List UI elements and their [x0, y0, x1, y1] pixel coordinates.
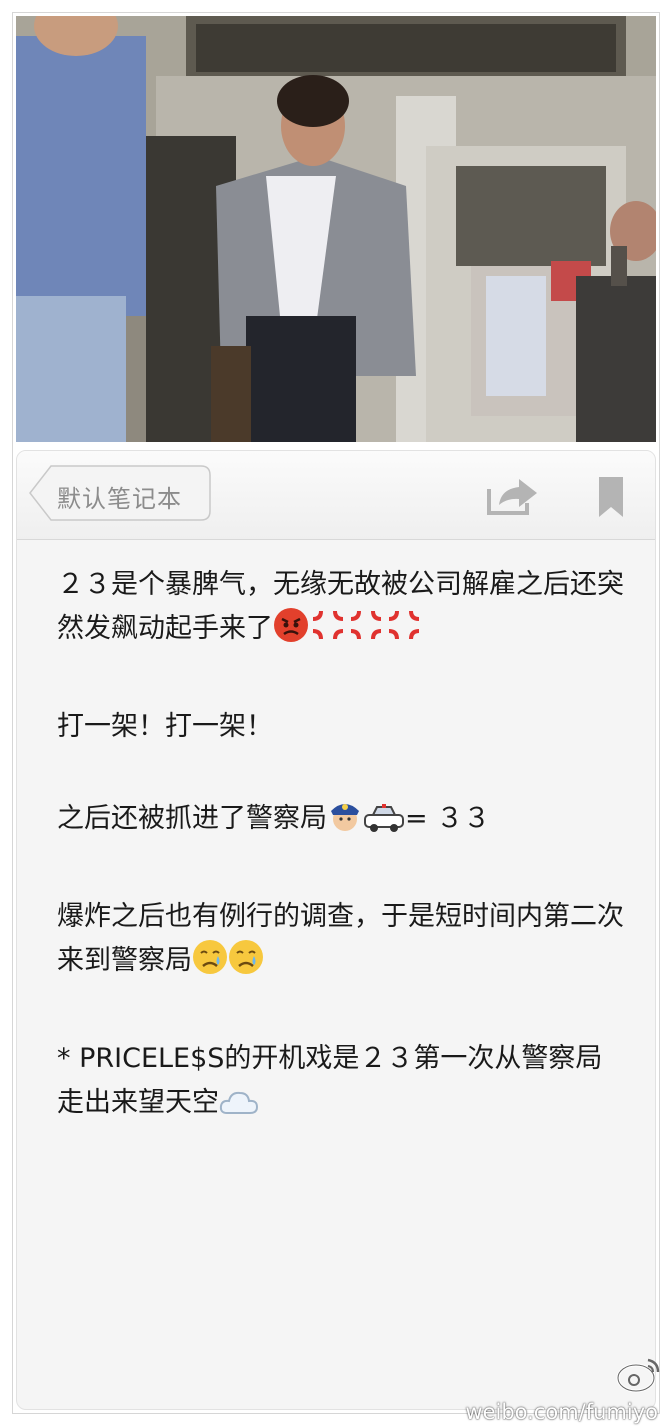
header-photo	[16, 16, 656, 442]
anger-symbol-icon	[385, 607, 423, 657]
weibo-logo-icon	[614, 1354, 662, 1398]
paragraph-3-suffix: = ３３	[405, 803, 491, 834]
cloud-icon	[219, 1087, 259, 1131]
bookmark-icon[interactable]	[597, 477, 625, 521]
crying-face-icon	[228, 939, 264, 989]
share-icon[interactable]	[487, 475, 539, 519]
paragraph-5: * PRICELE$S的开机戏是２３第一次从警察局走出来望天空	[57, 1037, 627, 1131]
paragraph-1: ２３是个暴脾气，无缘无故被公司解雇之后还突然发飙动起手来了	[57, 563, 627, 657]
paragraph-4: 爆炸之后也有例行的调查，于是短时间内第二次来到警察局	[57, 895, 627, 989]
paragraph-3: 之后还被抓进了警察局 = ３３	[57, 797, 627, 847]
note-body: ２３是个暴脾气，无缘无故被公司解雇之后还突然发飙动起手来了 打一架！打一架！ 之…	[57, 563, 627, 1179]
back-button-label: 默认笔记本	[57, 485, 182, 513]
anger-symbol-icon	[309, 607, 347, 657]
paragraph-2-text: 打一架！打一架！	[57, 711, 273, 742]
paragraph-3-text: 之后还被抓进了警察局	[57, 803, 327, 834]
paragraph-5-text: * PRICELE$S的开机戏是２３第一次从警察局走出来望天空	[57, 1043, 603, 1118]
police-officer-icon	[327, 797, 363, 847]
note-toolbar: 默认笔记本	[17, 451, 655, 540]
back-button[interactable]: 默认笔记本	[29, 465, 211, 521]
police-car-icon	[363, 803, 405, 847]
angry-face-icon	[273, 607, 309, 657]
paragraph-4-text: 爆炸之后也有例行的调查，于是短时间内第二次来到警察局	[57, 901, 624, 976]
anger-symbol-icon	[347, 607, 385, 657]
crying-face-icon	[192, 939, 228, 989]
note-card: 默认笔记本 ２３是个暴脾气，无缘无故被公司解雇之后还突然发飙动起手来了 打一架！…	[16, 450, 656, 1410]
paragraph-2: 打一架！打一架！	[57, 705, 627, 749]
weibo-watermark: weibo.com/fumiyo	[465, 1400, 658, 1424]
